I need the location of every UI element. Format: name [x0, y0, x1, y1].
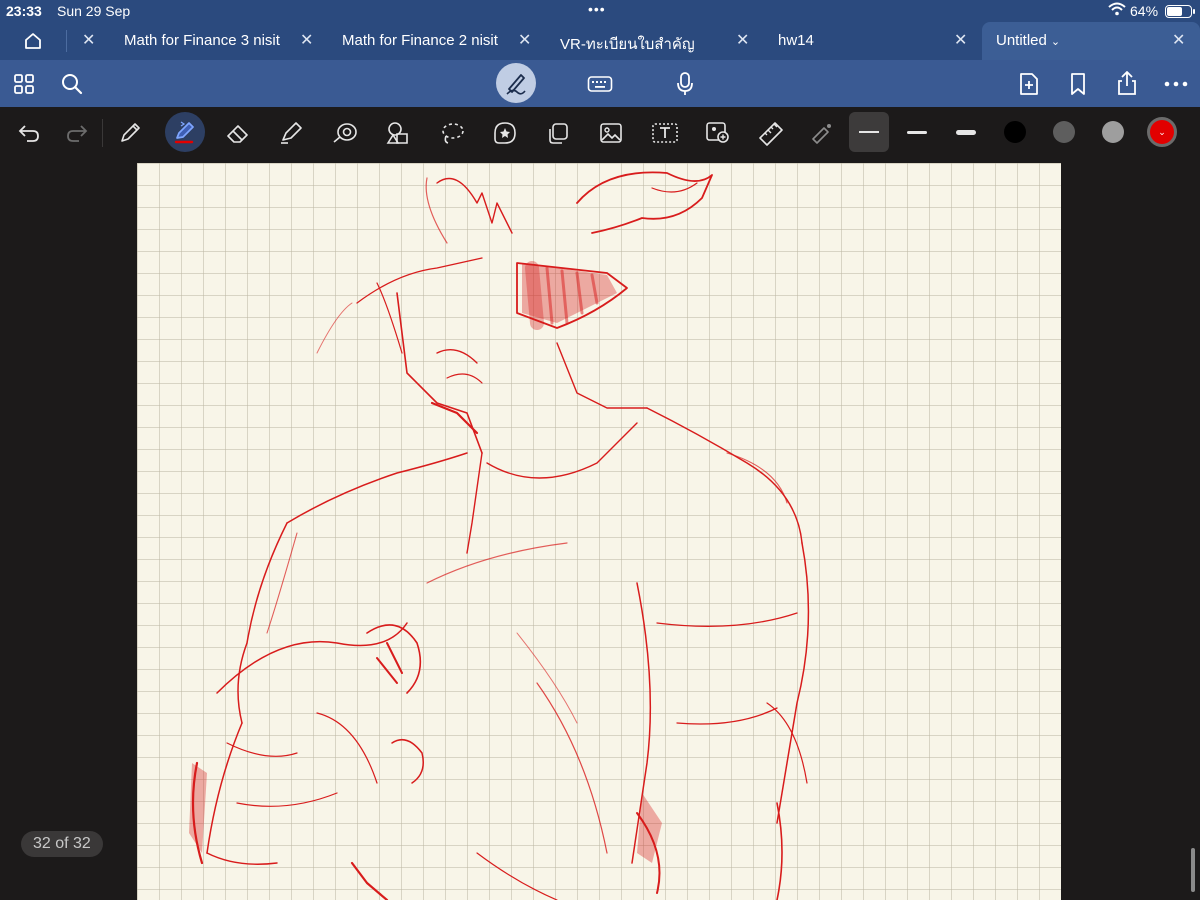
ruler-icon[interactable] — [753, 115, 789, 151]
bluetooth-pen-icon[interactable] — [165, 112, 205, 152]
tab-close-icon[interactable]: ✕ — [736, 30, 749, 50]
share-icon[interactable] — [1112, 68, 1142, 98]
battery-icon — [1165, 5, 1195, 18]
elements-icon[interactable] — [380, 115, 416, 151]
multitasking-dots-icon[interactable]: ••• — [588, 1, 606, 17]
tab-math-finance-3[interactable]: ✕ Math for Finance 3 nisit ✕ — [70, 22, 320, 60]
thickness-bold[interactable] — [946, 112, 986, 152]
app-toolbar — [0, 60, 1200, 107]
home-icon — [25, 33, 41, 49]
tab-close-icon[interactable]: ✕ — [82, 30, 95, 50]
search-icon[interactable] — [58, 70, 86, 98]
tab-math-finance-2[interactable]: Math for Finance 2 nisit — [320, 22, 540, 60]
undo-icon[interactable] — [11, 115, 47, 151]
keyboard-icon[interactable] — [586, 70, 614, 98]
pen-icon[interactable] — [112, 115, 148, 151]
add-page-icon[interactable] — [1015, 69, 1043, 99]
chevron-down-icon[interactable]: ⌄ — [1051, 36, 1060, 48]
thickness-fine-line — [859, 131, 879, 133]
thumbnails-icon[interactable] — [10, 70, 38, 98]
color-swatch-red-selected[interactable]: ⌄ — [1147, 117, 1177, 147]
thickness-medium[interactable] — [897, 112, 937, 152]
scrollbar-handle[interactable] — [1191, 848, 1195, 892]
wifi-icon — [1108, 2, 1126, 19]
canvas-area[interactable] — [0, 158, 1200, 900]
page-indicator: 32 of 32 — [21, 831, 103, 857]
status-time: 23:33 — [6, 3, 42, 19]
eraser-icon[interactable] — [220, 115, 256, 151]
camera-icon[interactable] — [700, 115, 736, 151]
tab-close-icon[interactable]: ✕ — [300, 30, 313, 50]
drawing-toolbar: ⌄ — [0, 107, 1200, 158]
thickness-bold-line — [956, 129, 976, 135]
text-icon[interactable] — [647, 115, 683, 151]
copy-icon[interactable] — [540, 115, 576, 151]
tab-label: Untitled — [996, 32, 1047, 49]
document-tab-bar: ✕ Math for Finance 3 nisit ✕ Math for Fi… — [0, 22, 1200, 60]
color-swatch-black[interactable] — [1004, 121, 1026, 143]
tab-vr-registry[interactable]: ✕ VR-ทะเบียนใบสำคัญ ✕ — [508, 22, 758, 60]
bookmark-icon[interactable] — [1064, 69, 1092, 99]
tab-label: Math for Finance 2 nisit — [342, 32, 498, 49]
tab-label: Math for Finance 3 nisit — [124, 32, 280, 49]
image-icon[interactable] — [593, 115, 629, 151]
battery-percentage: 64% — [1130, 3, 1159, 19]
lasso-icon[interactable] — [434, 115, 470, 151]
tab-untitled[interactable]: Untitled ⌄ ✕ — [982, 22, 1200, 60]
tab-close-icon[interactable]: ✕ — [954, 30, 967, 50]
redo-icon[interactable] — [59, 115, 95, 151]
chevron-down-icon: ⌄ — [1158, 126, 1166, 137]
tab-label: hw14 — [778, 32, 814, 49]
more-icon[interactable] — [1162, 72, 1190, 96]
thickness-medium-line — [907, 130, 927, 134]
thickness-fine[interactable] — [849, 112, 889, 152]
pen-mode-icon[interactable] — [496, 63, 536, 103]
tab-hw14[interactable]: hw14 ✕ — [758, 22, 978, 60]
status-date: Sun 29 Sep — [57, 3, 131, 19]
notebook-page[interactable] — [137, 163, 1061, 900]
tab-close-icon[interactable]: ✕ — [1172, 30, 1185, 50]
sticker-icon[interactable] — [487, 115, 523, 151]
color-swatch-dark-gray[interactable] — [1053, 121, 1075, 143]
tab-label-wrap: Untitled ⌄ — [996, 32, 1060, 49]
tab-divider — [66, 30, 67, 52]
home-button[interactable] — [14, 28, 52, 54]
shape-icon[interactable] — [327, 115, 363, 151]
tab-close-icon[interactable]: ✕ — [518, 30, 531, 50]
red-pencil-sketch — [189, 171, 810, 900]
laser-pointer-icon[interactable] — [804, 115, 840, 151]
tab-label: VR-ทะเบียนใบสำคัญ — [560, 36, 695, 53]
color-swatch-light-gray[interactable] — [1102, 121, 1124, 143]
toolbar-divider — [102, 119, 103, 147]
highlighter-icon[interactable] — [273, 115, 309, 151]
status-bar: 23:33 Sun 29 Sep ••• 64% — [0, 0, 1200, 22]
microphone-icon[interactable] — [671, 69, 699, 99]
